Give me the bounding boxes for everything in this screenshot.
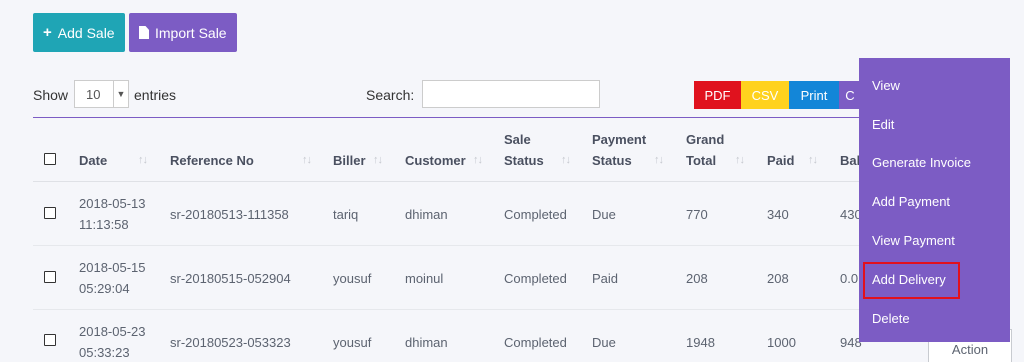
sort-icon[interactable]: ↑↓ (561, 154, 571, 166)
csv-button[interactable]: CSV (741, 81, 789, 109)
row-date: 2018-05-23 (79, 324, 146, 339)
row-payment-status: Paid (592, 271, 619, 286)
row-checkbox[interactable] (44, 207, 56, 219)
header-divider (33, 181, 878, 182)
header-paid[interactable]: Paid (767, 150, 794, 171)
show-label: Show (33, 87, 69, 103)
plus-icon: + (43, 24, 52, 41)
table-top-border (33, 117, 878, 118)
import-sale-button[interactable]: Import Sale (129, 13, 237, 52)
row-payment-status: Due (592, 207, 616, 222)
row-checkbox[interactable] (44, 271, 56, 283)
add-sale-button[interactable]: + Add Sale (33, 13, 125, 52)
sort-icon[interactable]: ↑↓ (138, 154, 148, 166)
menu-item-view-payment[interactable]: View Payment (872, 233, 955, 248)
row-paid: 340 (767, 207, 789, 222)
sort-icon[interactable]: ↑↓ (373, 154, 383, 166)
search-label: Search: (366, 87, 415, 103)
row-biller: tariq (333, 207, 359, 222)
row-sale-status: Completed (504, 271, 567, 286)
row-biller: yousuf (333, 271, 372, 286)
row-reference: sr-20180513-111358 (170, 207, 289, 222)
row-checkbox[interactable] (44, 334, 56, 346)
chevron-down-icon: ▼ (113, 81, 128, 107)
row-biller: yousuf (333, 335, 372, 350)
row-reference: sr-20180515-052904 (170, 271, 291, 286)
header-payment-status-line1[interactable]: Payment (592, 129, 646, 150)
row-customer: dhiman (405, 335, 448, 350)
menu-item-edit[interactable]: Edit (872, 117, 894, 132)
menu-item-add-payment[interactable]: Add Payment (872, 194, 950, 209)
row-divider (33, 309, 878, 310)
menu-item-view[interactable]: View (872, 78, 900, 93)
select-all-checkbox[interactable] (44, 153, 56, 165)
header-sale-status-line2[interactable]: Status (504, 150, 544, 171)
row-sale-status: Completed (504, 207, 567, 222)
row-grand-total: 1948 (686, 335, 715, 350)
header-customer[interactable]: Customer (405, 150, 466, 171)
row-divider (33, 245, 878, 246)
header-sale-status-line1[interactable]: Sale (504, 129, 531, 150)
highlight-box (863, 262, 960, 299)
row-time: 05:29:04 (79, 281, 130, 296)
row-time: 11:13:58 (79, 217, 129, 232)
entries-label: entries (134, 87, 177, 103)
row-sale-status: Completed (504, 335, 567, 350)
row-paid: 208 (767, 271, 789, 286)
row-date: 2018-05-13 (79, 196, 146, 211)
action-dropdown-menu: View Edit Generate Invoice Add Payment V… (859, 58, 1010, 342)
print-button[interactable]: Print (789, 81, 839, 109)
header-payment-status-line2[interactable]: Status (592, 150, 632, 171)
pdf-button[interactable]: PDF (694, 81, 741, 109)
sort-icon[interactable]: ↑↓ (735, 154, 745, 166)
row-grand-total: 770 (686, 207, 708, 222)
row-payment-status: Due (592, 335, 616, 350)
import-sale-label: Import Sale (155, 24, 227, 41)
menu-item-delete[interactable]: Delete (872, 311, 910, 326)
row-balance: 0.0 (840, 271, 859, 286)
row-customer: dhiman (405, 207, 448, 222)
row-reference: sr-20180523-053323 (170, 335, 291, 350)
search-input[interactable] (422, 80, 600, 108)
header-biller[interactable]: Biller (333, 150, 366, 171)
sort-icon[interactable]: ↑↓ (808, 154, 818, 166)
header-date[interactable]: Date (79, 150, 107, 171)
sort-icon[interactable]: ↑↓ (302, 154, 312, 166)
file-icon (139, 26, 149, 39)
entries-value: 10 (86, 86, 101, 102)
header-reference[interactable]: Reference No (170, 150, 254, 171)
row-grand-total: 208 (686, 271, 708, 286)
add-sale-label: Add Sale (57, 24, 115, 41)
entries-select[interactable]: 10 ▼ (74, 80, 129, 108)
sort-icon[interactable]: ↑↓ (654, 154, 664, 166)
row-paid: 1000 (767, 335, 796, 350)
row-time: 05:33:23 (79, 345, 130, 360)
header-grand-total-line1[interactable]: Grand (686, 129, 724, 150)
header-grand-total-line2[interactable]: Total (686, 150, 716, 171)
row-customer: moinul (405, 271, 444, 286)
row-date: 2018-05-15 (79, 260, 146, 275)
header-balance[interactable]: Bal (840, 150, 860, 171)
menu-item-generate-invoice[interactable]: Generate Invoice (872, 155, 971, 170)
sort-icon[interactable]: ↑↓ (473, 154, 483, 166)
